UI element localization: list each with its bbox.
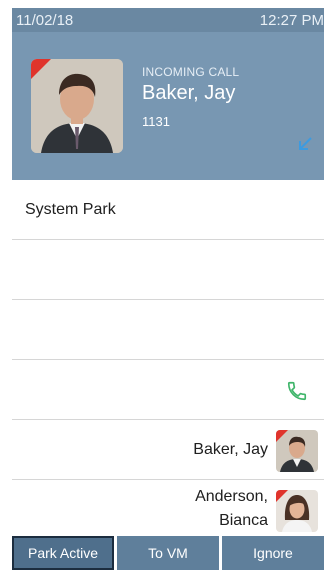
status-time: 12:27 PM <box>259 12 324 29</box>
contact-row[interactable]: Anderson, Bianca <box>12 480 324 539</box>
contact-name-line1: Anderson, <box>195 488 268 505</box>
contact-avatar <box>276 430 318 472</box>
to-vm-button[interactable]: To VM <box>117 536 219 570</box>
line-key-call[interactable] <box>12 360 324 420</box>
incoming-arrow-icon <box>299 137 312 150</box>
incoming-call-card[interactable]: INCOMING CALL Baker, Jay 1131 <box>12 32 324 180</box>
line-key-empty[interactable] <box>12 240 324 300</box>
phone-icon <box>287 381 307 401</box>
phone-screen: 11/02/18 12:27 PM INCOMING CALL Baker, J… <box>12 8 324 570</box>
caller-name: Baker, Jay <box>142 82 236 104</box>
status-date: 11/02/18 <box>16 12 74 29</box>
incoming-call-label: INCOMING CALL <box>142 65 240 79</box>
contact-name-line2: Bianca <box>219 512 268 529</box>
park-active-button[interactable]: Park Active <box>12 536 114 570</box>
status-bar: 11/02/18 12:27 PM <box>12 8 324 32</box>
contact-avatar <box>276 490 318 532</box>
caller-photo <box>31 59 123 153</box>
line-key-empty[interactable] <box>12 300 324 360</box>
presence-flag-icon <box>276 430 288 442</box>
contact-name: Baker, Jay <box>193 441 268 458</box>
caller-extension: 1131 <box>142 114 170 129</box>
line-key-label: System Park <box>25 201 116 218</box>
presence-flag-icon <box>31 59 51 79</box>
line-key-system-park[interactable]: System Park <box>12 180 324 240</box>
softkey-bar: Park Active To VM Ignore <box>12 536 324 570</box>
ignore-button[interactable]: Ignore <box>222 536 324 570</box>
contact-row[interactable]: Baker, Jay <box>12 420 324 480</box>
presence-flag-icon <box>276 490 288 502</box>
